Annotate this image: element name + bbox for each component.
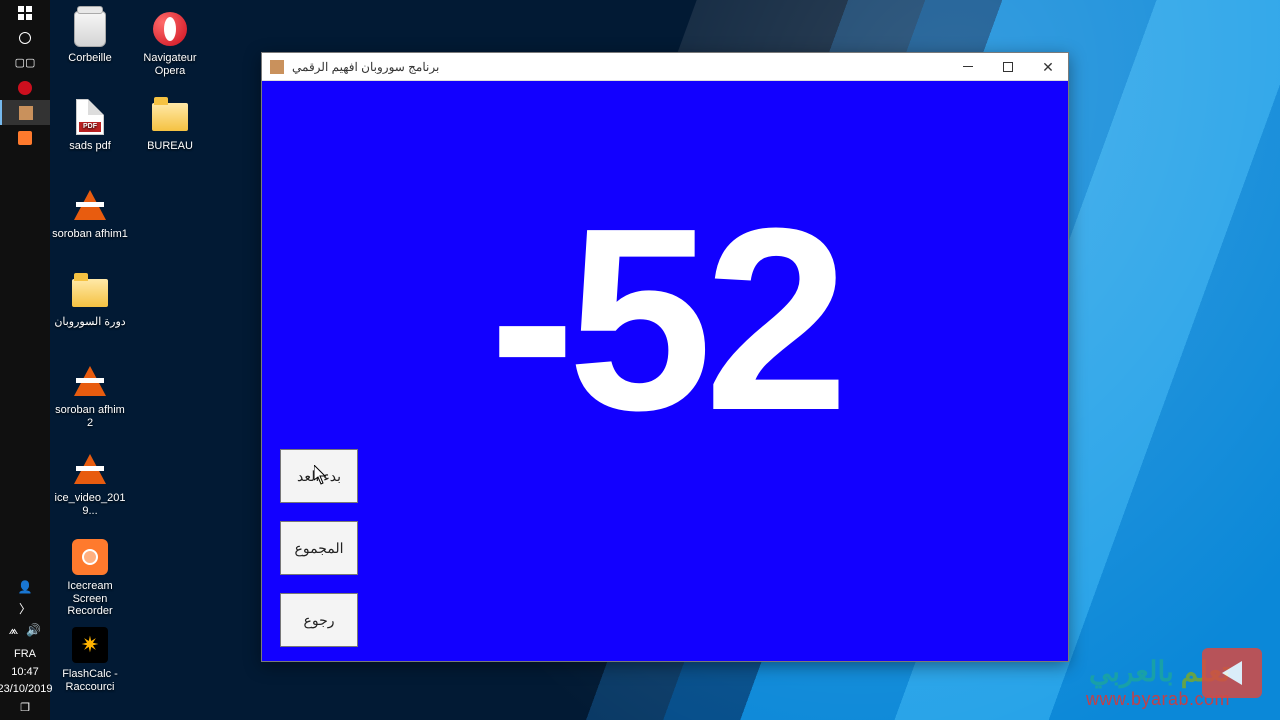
titlebar[interactable]: برنامج سوروبان افهيم الرقمي ✕: [262, 53, 1068, 81]
icon-label: دورة السوروبان: [54, 316, 125, 329]
icon-label: FlashCalc - Raccourci: [52, 668, 128, 693]
tray-chevron-icon[interactable]: 〉: [19, 600, 31, 617]
vlc-icon: [74, 190, 106, 220]
icon-label: ice_video_2019...: [52, 492, 128, 517]
desktop-icons: Corbeille Navigateur Opera PDF sads pdf B…: [50, 0, 220, 708]
desktop-icon-bureau[interactable]: BUREAU: [130, 92, 210, 180]
recorder-icon: [72, 539, 108, 575]
action-center-button[interactable]: ❐: [0, 700, 50, 714]
task-view-button[interactable]: ▢▢: [0, 50, 50, 75]
icon-label: Corbeille: [68, 52, 111, 65]
icon-label: soroban afhim1: [52, 228, 128, 241]
taskbar-app-opera[interactable]: [0, 75, 50, 100]
desktop-icon-opera[interactable]: Navigateur Opera: [130, 4, 210, 92]
desktop-icon-soroban2[interactable]: soroban afhim 2: [50, 356, 130, 444]
pdf-icon: PDF: [76, 99, 104, 135]
folder-icon: [72, 279, 108, 307]
start-count-button[interactable]: بدء العد: [280, 449, 358, 503]
taskbar-app-recorder[interactable]: [0, 125, 50, 150]
desktop-icon-recycle-bin[interactable]: Corbeille: [50, 4, 130, 92]
icon-label: soroban afhim 2: [52, 404, 128, 429]
desktop-icon-sads-pdf[interactable]: PDF sads pdf: [50, 92, 130, 180]
window-title: برنامج سوروبان افهيم الرقمي: [292, 60, 439, 74]
search-button[interactable]: [0, 25, 50, 50]
volume-icon[interactable]: 🔊: [26, 623, 41, 638]
desktop-icon-soroban1[interactable]: soroban afhim1: [50, 180, 130, 268]
opera-icon: [153, 12, 187, 46]
trash-icon: [74, 11, 106, 47]
icon-label: sads pdf: [69, 140, 111, 153]
maximize-button[interactable]: [988, 53, 1028, 81]
icon-label: BUREAU: [147, 140, 193, 153]
close-button[interactable]: ✕: [1028, 53, 1068, 81]
wifi-icon[interactable]: ⩕: [9, 623, 18, 638]
desktop-icon-flashcalc[interactable]: ✷ FlashCalc - Raccourci: [50, 620, 130, 708]
icon-label: Navigateur Opera: [132, 52, 208, 77]
minimize-button[interactable]: [948, 53, 988, 81]
vlc-icon: [74, 454, 106, 484]
clock-time[interactable]: 10:47: [11, 666, 39, 679]
total-button[interactable]: المجموع: [280, 521, 358, 575]
desktop-icon-ice-video[interactable]: ice_video_2019...: [50, 444, 130, 532]
clock-date[interactable]: 23/10/2019: [0, 683, 53, 696]
app-icon: [270, 60, 284, 74]
desktop-icon-soroban-course[interactable]: دورة السوروبان: [50, 268, 130, 356]
display-number: -52: [262, 171, 1068, 470]
folder-icon: [152, 103, 188, 131]
desktop-icon-icecream[interactable]: Icecream Screen Recorder: [50, 532, 130, 620]
taskbar: ▢▢ 👤 〉 ⩕ 🔊 FRA 10:47 23/10/2019 ❐: [0, 0, 50, 720]
icon-label: Icecream Screen Recorder: [52, 580, 128, 618]
taskbar-app-soroban[interactable]: [0, 100, 50, 125]
flashcalc-icon: ✷: [72, 627, 108, 663]
app-window: برنامج سوروبان افهيم الرقمي ✕ -52 بدء ال…: [261, 52, 1069, 662]
vlc-icon: [74, 366, 106, 396]
start-button[interactable]: [0, 0, 50, 25]
people-icon[interactable]: 👤: [18, 580, 33, 594]
system-tray[interactable]: 👤 〉 ⩕ 🔊: [9, 580, 41, 638]
language-indicator[interactable]: FRA: [14, 648, 36, 661]
app-client-area: -52 بدء العد المجموع رجوع: [262, 81, 1068, 661]
play-badge-icon: [1202, 648, 1262, 698]
back-button[interactable]: رجوع: [280, 593, 358, 647]
